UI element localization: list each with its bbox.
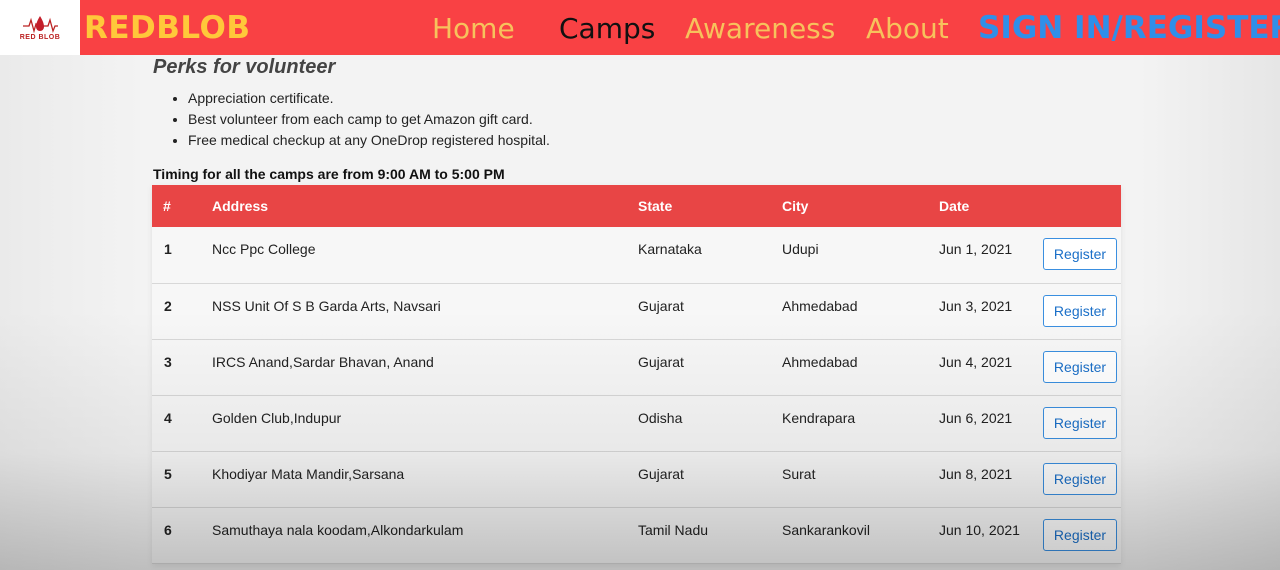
perk-item: Free medical checkup at any OneDrop regi… [188, 130, 550, 151]
perks-title: Perks for volunteer [153, 56, 336, 78]
col-header-date: Date [939, 198, 970, 214]
cell-state: Karnataka [638, 241, 702, 257]
camp-timing: Timing for all the camps are from 9:00 A… [153, 166, 505, 182]
col-header-city: City [782, 198, 809, 214]
col-header-address: Address [212, 198, 269, 214]
register-button[interactable]: Register [1043, 406, 1117, 439]
table-row: 6 Samuthaya nala koodam,Alkondarkulam Ta… [152, 507, 1121, 563]
col-header-state: State [638, 198, 673, 214]
cell-address: Khodiyar Mata Mandir,Sarsana [212, 465, 405, 482]
nav-camps[interactable]: Camps [559, 12, 655, 45]
nav-home[interactable]: Home [432, 12, 515, 45]
cell-date: Jun 4, 2021 [939, 353, 1013, 370]
table-row: 3 IRCS Anand,Sardar Bhavan, Anand Gujara… [152, 339, 1121, 395]
col-header-action [1043, 185, 1121, 227]
nav-awareness[interactable]: Awareness [685, 12, 835, 45]
register-button[interactable]: Register [1043, 350, 1117, 383]
cell-city: Ahmedabad [782, 297, 858, 314]
cell-address: IRCS Anand,Sardar Bhavan, Anand [212, 353, 434, 370]
table-header-row: # Address State City Date [152, 185, 1121, 227]
cell-address: NSS Unit Of S B Garda Arts, Navsari [212, 297, 441, 314]
cell-number: 4 [164, 409, 172, 426]
col-header-number: # [163, 198, 171, 214]
table-row: 1 Ncc Ppc College Karnataka Udupi Jun 1,… [152, 227, 1121, 283]
cell-date: Jun 1, 2021 [939, 241, 1013, 257]
cell-state: Tamil Nadu [638, 521, 709, 538]
cell-number: 6 [164, 521, 172, 538]
cell-date: Jun 3, 2021 [939, 297, 1013, 314]
cell-city: Udupi [782, 241, 819, 257]
cell-address: Ncc Ppc College [212, 241, 316, 257]
register-button[interactable]: Register [1043, 294, 1117, 327]
cell-city: Sankarankovil [782, 521, 870, 538]
register-button[interactable]: Register [1043, 462, 1117, 495]
perks-list: Appreciation certificate. Best volunteer… [153, 88, 550, 151]
cell-address: Golden Club,Indupur [212, 409, 342, 426]
perk-item: Appreciation certificate. [188, 88, 550, 109]
sign-in-register-link[interactable]: SIGN IN/REGISTER [978, 10, 1280, 46]
cell-number: 5 [164, 465, 172, 482]
main-nav: Home Camps Awareness About SIGN IN/REGIS… [0, 0, 1280, 55]
cell-date: Jun 8, 2021 [939, 465, 1013, 482]
register-button[interactable]: Register [1043, 238, 1117, 270]
perk-item: Best volunteer from each camp to get Ama… [188, 109, 550, 130]
cell-state: Gujarat [638, 353, 684, 370]
cell-state: Gujarat [638, 297, 684, 314]
table-row: 5 Khodiyar Mata Mandir,Sarsana Gujarat S… [152, 451, 1121, 507]
table-row: 4 Golden Club,Indupur Odisha Kendrapara … [152, 395, 1121, 451]
camps-table: # Address State City Date 1 Ncc Ppc Coll… [152, 185, 1121, 564]
cell-city: Surat [782, 465, 816, 482]
cell-state: Odisha [638, 409, 683, 426]
register-button[interactable]: Register [1043, 518, 1117, 551]
cell-number: 3 [164, 353, 172, 370]
cell-address: Samuthaya nala koodam,Alkondarkulam [212, 521, 464, 538]
cell-number: 1 [164, 241, 172, 257]
cell-number: 2 [164, 297, 172, 314]
cell-state: Gujarat [638, 465, 684, 482]
table-row: 2 NSS Unit Of S B Garda Arts, Navsari Gu… [152, 283, 1121, 339]
cell-city: Kendrapara [782, 409, 856, 426]
cell-city: Ahmedabad [782, 353, 858, 370]
cell-date: Jun 10, 2021 [939, 521, 1020, 538]
cell-date: Jun 6, 2021 [939, 409, 1013, 426]
nav-about[interactable]: About [866, 12, 949, 45]
top-navbar: RED BLOB REDBLOB Home Camps Awareness Ab… [0, 0, 1280, 55]
